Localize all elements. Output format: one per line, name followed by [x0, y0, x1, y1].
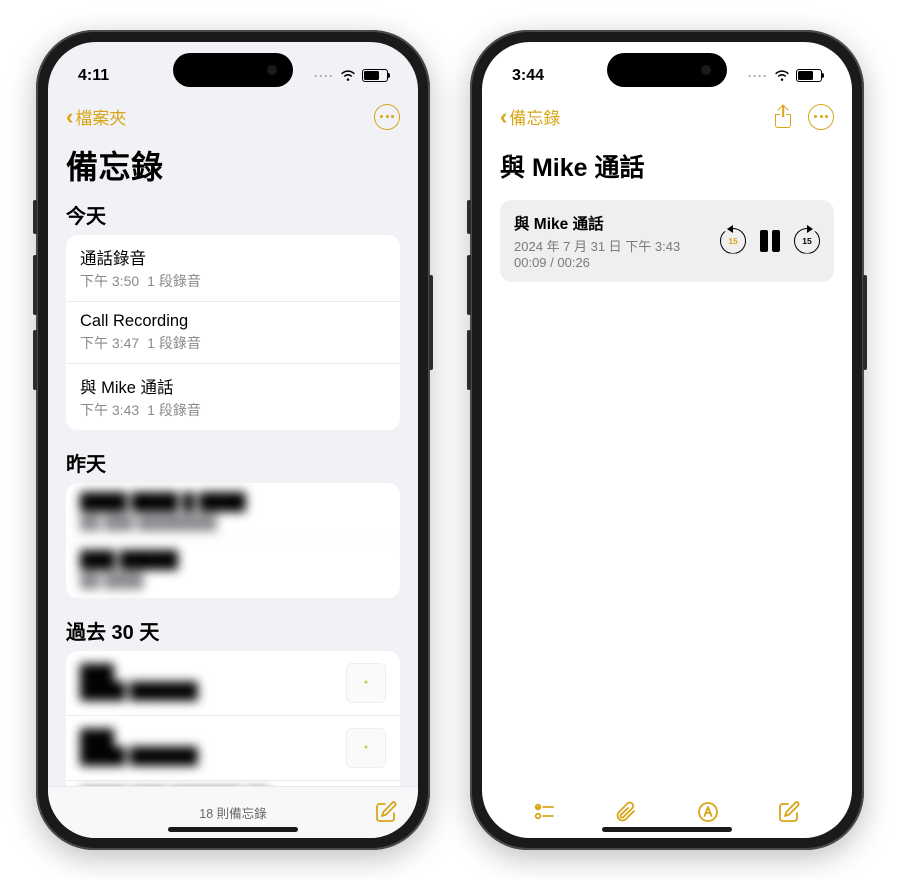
compose-button[interactable]	[777, 800, 801, 824]
ellipsis-icon	[380, 115, 393, 118]
ellipsis-icon	[814, 115, 827, 118]
signal-dots-icon: ····	[314, 69, 334, 83]
compose-icon	[777, 800, 801, 824]
note-count: 18 則備忘錄	[199, 803, 266, 822]
list-item[interactable]: 通話錄音 下午 3:501 段錄音	[66, 235, 400, 302]
list-item[interactable]: Call Recording 下午 3:471 段錄音	[66, 302, 400, 364]
list-item[interactable]: 與 Mike 通話 下午 3:431 段錄音	[66, 364, 400, 430]
chevron-left-icon: ‹	[500, 106, 507, 128]
list-item[interactable]: ███ ███████ ████	[66, 541, 400, 598]
today-card: 通話錄音 下午 3:501 段錄音 Call Recording 下午 3:47…	[66, 235, 400, 430]
checklist-icon	[533, 800, 557, 824]
dynamic-island	[173, 53, 293, 87]
audio-progress: 00:09 / 00:26	[514, 255, 708, 270]
share-button[interactable]	[774, 106, 792, 128]
pause-icon	[760, 230, 768, 252]
battery-icon	[362, 69, 388, 82]
paperclip-icon	[614, 800, 638, 824]
battery-icon	[796, 69, 822, 82]
status-time: 4:11	[78, 67, 109, 85]
back-label: 備忘錄	[509, 104, 560, 129]
skip-back-button[interactable]: 15	[720, 228, 746, 254]
phone-left: 4:11 ···· ‹ 檔案夾 備忘錄 今天 通話錄音	[36, 30, 430, 850]
back-label: 檔案夾	[75, 104, 126, 129]
more-options-button[interactable]	[374, 104, 400, 130]
list-item[interactable]: ███████ ██████ ✦	[66, 716, 400, 781]
phone-right: 3:44 ···· ‹ 備忘錄	[470, 30, 864, 850]
compose-button[interactable]	[374, 800, 398, 824]
note-title: Call Recording	[80, 312, 386, 331]
note-title: 與 Mike 通話	[500, 148, 834, 184]
back-button[interactable]: ‹ 檔案夾	[66, 104, 126, 129]
back-button[interactable]: ‹ 備忘錄	[500, 104, 560, 129]
compose-icon	[374, 800, 398, 824]
list-item[interactable]: ███████ ██████ ✦	[66, 651, 400, 716]
checklist-button[interactable]	[533, 800, 557, 824]
section-header-today: 今天	[66, 200, 400, 229]
yesterday-card: ████ ████ █ ██████ ███ ████████ ███ ████…	[66, 483, 400, 598]
home-indicator[interactable]	[602, 827, 732, 832]
more-options-button[interactable]	[808, 104, 834, 130]
dynamic-island	[607, 53, 727, 87]
audio-date: 2024 年 7 月 31 日 下午 3:43	[514, 236, 708, 255]
markup-button[interactable]	[696, 800, 720, 824]
home-indicator[interactable]	[168, 827, 298, 832]
past30-card: ███████ ██████ ✦ ███████ ██████ ✦ ████ █…	[66, 651, 400, 786]
list-item[interactable]: ████ ████ █ ██████ ███ ████████	[66, 483, 400, 541]
pause-button[interactable]	[760, 230, 780, 252]
chevron-left-icon: ‹	[66, 106, 73, 128]
note-thumbnail: ✦	[346, 728, 386, 768]
skip-forward-button[interactable]: 15	[794, 228, 820, 254]
section-header-yesterday: 昨天	[66, 448, 400, 477]
page-title: 備忘錄	[66, 142, 400, 188]
note-title: 與 Mike 通話	[80, 374, 386, 398]
note-thumbnail: ✦	[346, 663, 386, 703]
status-time: 3:44	[512, 67, 544, 85]
audio-title: 與 Mike 通話	[514, 212, 708, 234]
nav-bar: ‹ 備忘錄	[482, 96, 852, 138]
markup-icon	[696, 800, 720, 824]
screen-note-detail: 3:44 ···· ‹ 備忘錄	[482, 42, 852, 838]
attachment-button[interactable]	[614, 800, 638, 824]
section-header-past30: 過去 30 天	[66, 616, 400, 645]
audio-recording-card: 與 Mike 通話 2024 年 7 月 31 日 下午 3:43 00:09 …	[500, 200, 834, 282]
nav-bar: ‹ 檔案夾	[48, 96, 418, 138]
wifi-icon	[340, 70, 356, 82]
screen-notes-list: 4:11 ···· ‹ 檔案夾 備忘錄 今天 通話錄音	[48, 42, 418, 838]
wifi-icon	[774, 70, 790, 82]
signal-dots-icon: ····	[748, 69, 768, 83]
note-title: 通話錄音	[80, 245, 386, 269]
